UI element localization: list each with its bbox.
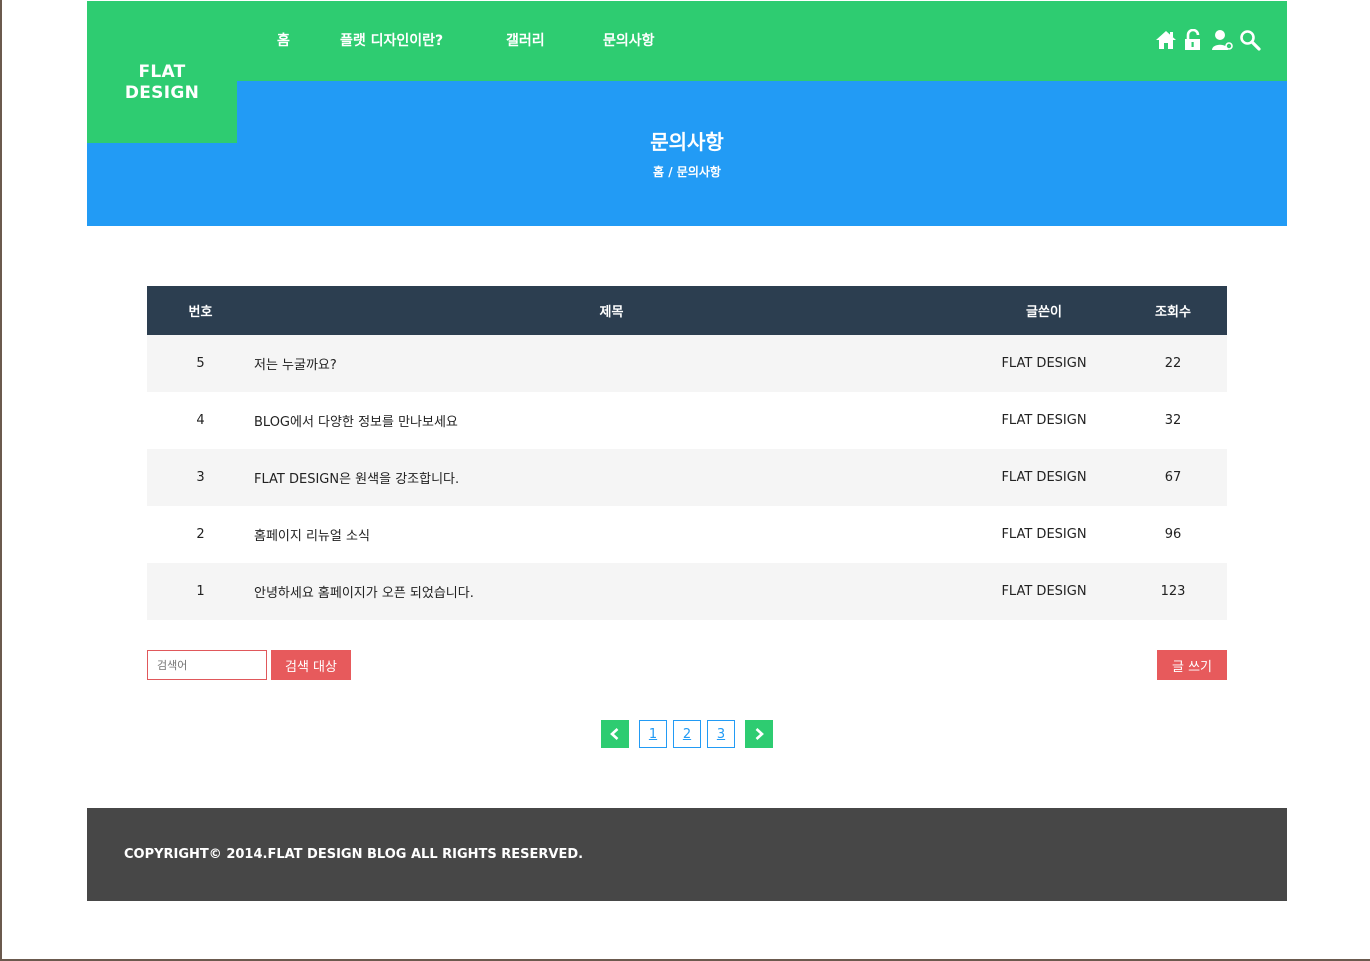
nav-item-inquiry[interactable]: 문의사항 [603,30,683,50]
copyright-text: COPYRIGHT© 2014.FLAT DESIGN BLOG ALL RIG… [124,847,584,862]
nav-item-home[interactable]: 홈 [277,30,340,50]
page-title: 문의사항 [650,130,724,154]
main-nav: 홈 플랫 디자인이란? 갤러리 문의사항 [277,30,683,50]
user-icon[interactable] [1211,29,1233,51]
table-row: 2 홈페이지 리뉴얼 소식 FLAT DESIGN 96 [147,506,1227,563]
breadcrumb: 홈 / 문의사항 [653,165,721,179]
column-header-title: 제목 [254,286,969,335]
row-title-link[interactable]: FLAT DESIGN은 원색을 강조합니다. [254,449,969,506]
row-writer: FLAT DESIGN [969,449,1119,506]
table-row: 3 FLAT DESIGN은 원색을 강조합니다. FLAT DESIGN 67 [147,449,1227,506]
row-number: 3 [147,449,254,506]
page-link-3[interactable]: 3 [707,720,735,748]
search-input[interactable] [147,650,267,680]
write-post-button[interactable]: 글 쓰기 [1157,650,1227,680]
table-row: 4 BLOG에서 다양한 정보를 만나보세요 FLAT DESIGN 32 [147,392,1227,449]
search-button[interactable]: 검색 대상 [271,650,351,680]
home-icon[interactable] [1155,29,1176,51]
search-icon[interactable] [1239,29,1261,51]
chevron-right-icon [755,728,764,740]
utility-icons [1155,28,1261,51]
nav-item-gallery[interactable]: 갤러리 [506,30,603,50]
table-row: 5 저는 누굴까요? FLAT DESIGN 22 [147,335,1227,392]
row-number: 5 [147,335,254,392]
nav-item-about-flat-design[interactable]: 플랫 디자인이란? [340,30,506,50]
row-title-link[interactable]: 저는 누굴까요? [254,335,969,392]
window-edge-left [0,0,2,961]
table-row: 1 안녕하세요 홈페이지가 오픈 되었습니다. FLAT DESIGN 123 [147,563,1227,620]
row-title-link[interactable]: BLOG에서 다양한 정보를 만나보세요 [254,392,969,449]
logo-line-2: DESIGN [124,83,200,103]
row-views: 96 [1119,506,1227,563]
table-header-row: 번호 제목 글쓴이 조회수 [147,286,1227,335]
row-number: 1 [147,563,254,620]
top-header-bar [87,1,1287,81]
pagination: 1 2 3 [601,720,773,748]
lock-icon[interactable] [1183,28,1203,51]
logo-line-1: FLAT [138,62,186,82]
page-link-1[interactable]: 1 [639,720,667,748]
site-footer: COPYRIGHT© 2014.FLAT DESIGN BLOG ALL RIG… [87,808,1287,901]
prev-page-button[interactable] [601,720,629,748]
row-views: 67 [1119,449,1227,506]
row-writer: FLAT DESIGN [969,563,1119,620]
column-header-writer: 글쓴이 [969,286,1119,335]
column-header-views: 조회수 [1119,286,1227,335]
next-page-button[interactable] [745,720,773,748]
row-writer: FLAT DESIGN [969,506,1119,563]
page-link-2[interactable]: 2 [673,720,701,748]
row-writer: FLAT DESIGN [969,335,1119,392]
row-views: 123 [1119,563,1227,620]
row-title-link[interactable]: 홈페이지 리뉴얼 소식 [254,506,969,563]
sub-visual-banner: 문의사항 홈 / 문의사항 [87,81,1287,226]
row-title-link[interactable]: 안녕하세요 홈페이지가 오픈 되었습니다. [254,563,969,620]
inquiry-board-table: 번호 제목 글쓴이 조회수 5 저는 누굴까요? FLAT DESIGN 22 … [147,286,1227,620]
column-header-number: 번호 [147,286,254,335]
row-writer: FLAT DESIGN [969,392,1119,449]
row-views: 22 [1119,335,1227,392]
row-views: 32 [1119,392,1227,449]
site-logo[interactable]: FLAT DESIGN [87,1,237,143]
row-number: 2 [147,506,254,563]
row-number: 4 [147,392,254,449]
chevron-left-icon [610,728,619,740]
